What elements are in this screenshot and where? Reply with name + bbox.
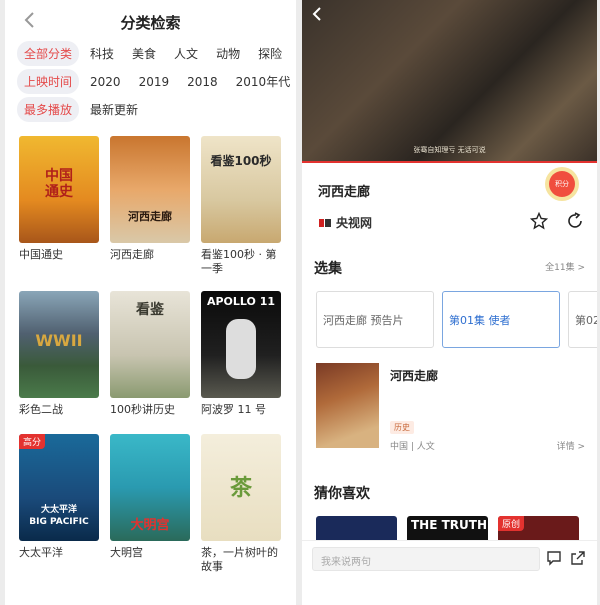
sort-most-played[interactable]: 最多播放 <box>17 97 80 122</box>
cover-item[interactable]: 看鉴100秒 看鉴100秒 · 第一季 <box>201 136 281 276</box>
cover-title: 茶，一片树叶的故事 <box>201 546 278 573</box>
cover-image: 大明宫 <box>110 434 190 541</box>
star-icon[interactable] <box>530 212 548 230</box>
cover-item[interactable]: 看鉴 100秒讲历史 <box>110 291 190 417</box>
cover-image: 河西走廊 <box>110 136 190 243</box>
cover-art-text: WWII <box>35 331 83 350</box>
cover-image: 中国 通史 <box>19 136 99 243</box>
video-player[interactable]: 张骞自知理亏 无话可说 <box>302 0 597 163</box>
category-filter-row: 全部分类 科技 美食 人文 动物 探险 <box>17 41 296 66</box>
back-arrow-icon[interactable] <box>310 6 324 22</box>
cover-title: 100秒讲历史 <box>110 403 175 416</box>
episode-item[interactable]: 第02 <box>568 291 597 348</box>
cover-image: 看鉴100秒 <box>201 136 281 243</box>
info-meta: 中国 | 人文 <box>390 442 435 452</box>
points-label: 积分 <box>555 180 569 188</box>
cover-item[interactable]: WWII 彩色二战 <box>19 291 99 417</box>
channel-info[interactable]: 央视网 <box>318 214 372 231</box>
comment-icon[interactable] <box>546 550 562 566</box>
astronaut-figure <box>226 319 256 379</box>
red-envelope-icon: 积分 <box>549 171 575 197</box>
cover-art-text: APOLLO 11 <box>206 295 276 308</box>
category-panel: 分类检索 全部分类 科技 美食 人文 动物 探险 上映时间 2020 2019 … <box>5 0 296 605</box>
cover-title: 河西走廊 <box>110 248 154 261</box>
cover-art-text: 茶 <box>229 476 252 501</box>
cctv-logo-icon <box>319 218 331 227</box>
all-episodes-link[interactable]: 全11集 > <box>545 260 585 273</box>
points-button[interactable]: 积分 <box>545 167 579 201</box>
episode-item-selected[interactable]: 第01集 使者 <box>442 291 560 348</box>
cover-item[interactable]: APOLLO 11 阿波罗 11 号 <box>201 291 281 417</box>
cover-image: 茶 <box>201 434 281 541</box>
filter-year-2018[interactable]: 2018 <box>180 71 225 93</box>
page-title: 分类检索 <box>120 14 181 32</box>
cover-item[interactable]: 河西走廊 河西走廊 <box>110 136 190 262</box>
filter-year-2020[interactable]: 2020 <box>83 71 128 93</box>
cover-art-text: 看鉴 <box>136 302 164 318</box>
cover-item[interactable]: 高分 大太平洋 BIG PACIFIC 大太平洋 <box>19 434 99 560</box>
score-badge: 高分 <box>19 434 46 449</box>
cover-art-text: 看鉴100秒 <box>210 154 272 168</box>
cover-title: 看鉴100秒 · 第一季 <box>201 248 277 275</box>
detail-link[interactable]: 详情 > <box>557 439 585 452</box>
bottom-bar: 我来说两句 <box>302 540 597 578</box>
channel-name: 央视网 <box>336 216 373 230</box>
share-icon[interactable] <box>566 212 584 230</box>
show-title: 河西走廊 <box>318 185 371 200</box>
sort-filter-row: 最多播放 最新更新 <box>17 97 296 122</box>
info-title: 河西走廊 <box>390 369 439 383</box>
filter-year-2010s[interactable]: 2010年代 <box>229 69 296 94</box>
filter-category-humanity[interactable]: 人文 <box>167 41 205 66</box>
detail-panel: 张骞自知理亏 无话可说 河西走廊 积分 央视网 选集 全11集 > 河西走廊 预… <box>302 0 597 605</box>
cover-art-text: 中国 通史 <box>45 168 73 200</box>
filter-category-tech[interactable]: 科技 <box>83 41 121 66</box>
filter-year-all[interactable]: 上映时间 <box>17 69 80 94</box>
original-badge: 原创 <box>498 516 525 531</box>
cover-image: 看鉴 <box>110 291 190 398</box>
recommend-heading: 猜你喜欢 <box>314 486 370 502</box>
cover-title: 彩色二战 <box>19 403 63 416</box>
cover-image: APOLLO 11 <box>201 291 281 398</box>
sort-latest-update[interactable]: 最新更新 <box>83 97 145 122</box>
cover-title: 阿波罗 11 号 <box>201 403 266 416</box>
cover-art-text: 河西走廊 <box>128 210 172 223</box>
filter-year-2019[interactable]: 2019 <box>132 71 177 93</box>
cover-title: 大太平洋 <box>19 546 63 559</box>
filter-category-food[interactable]: 美食 <box>125 41 163 66</box>
episode-list: 河西走廊 预告片 第01集 使者 第02 <box>316 291 597 348</box>
cover-title: 中国通史 <box>19 248 63 261</box>
cover-item[interactable]: 中国 通史 中国通史 <box>19 136 99 262</box>
cover-item[interactable]: 茶 茶，一片树叶的故事 <box>201 434 281 574</box>
filter-category-adventure[interactable]: 探险 <box>251 41 289 66</box>
year-filter-row: 上映时间 2020 2019 2018 2010年代 › <box>17 69 296 94</box>
comment-input[interactable]: 我来说两句 <box>312 547 540 571</box>
video-progress-bar[interactable] <box>302 161 597 163</box>
cover-image: WWII <box>19 291 99 398</box>
show-cover-image[interactable] <box>316 363 379 448</box>
recommend-text: THE TRUTH <box>411 518 488 532</box>
genre-tag: 历史 <box>390 421 414 434</box>
video-subtitle: 张骞自知理亏 无话可说 <box>413 146 486 154</box>
episode-item[interactable]: 河西走廊 预告片 <box>316 291 434 348</box>
cover-item[interactable]: 大明宫 大明宫 <box>110 434 190 560</box>
export-icon[interactable] <box>570 550 586 566</box>
filter-category-animal[interactable]: 动物 <box>209 41 247 66</box>
cover-art-text: 大明宫 <box>130 518 170 533</box>
filter-category-all[interactable]: 全部分类 <box>17 41 80 66</box>
cover-image: 高分 大太平洋 BIG PACIFIC <box>19 434 99 541</box>
cover-art-text: 大太平洋 BIG PACIFIC <box>29 505 89 527</box>
episodes-heading: 选集 <box>314 261 342 277</box>
cover-title: 大明宫 <box>110 546 143 559</box>
